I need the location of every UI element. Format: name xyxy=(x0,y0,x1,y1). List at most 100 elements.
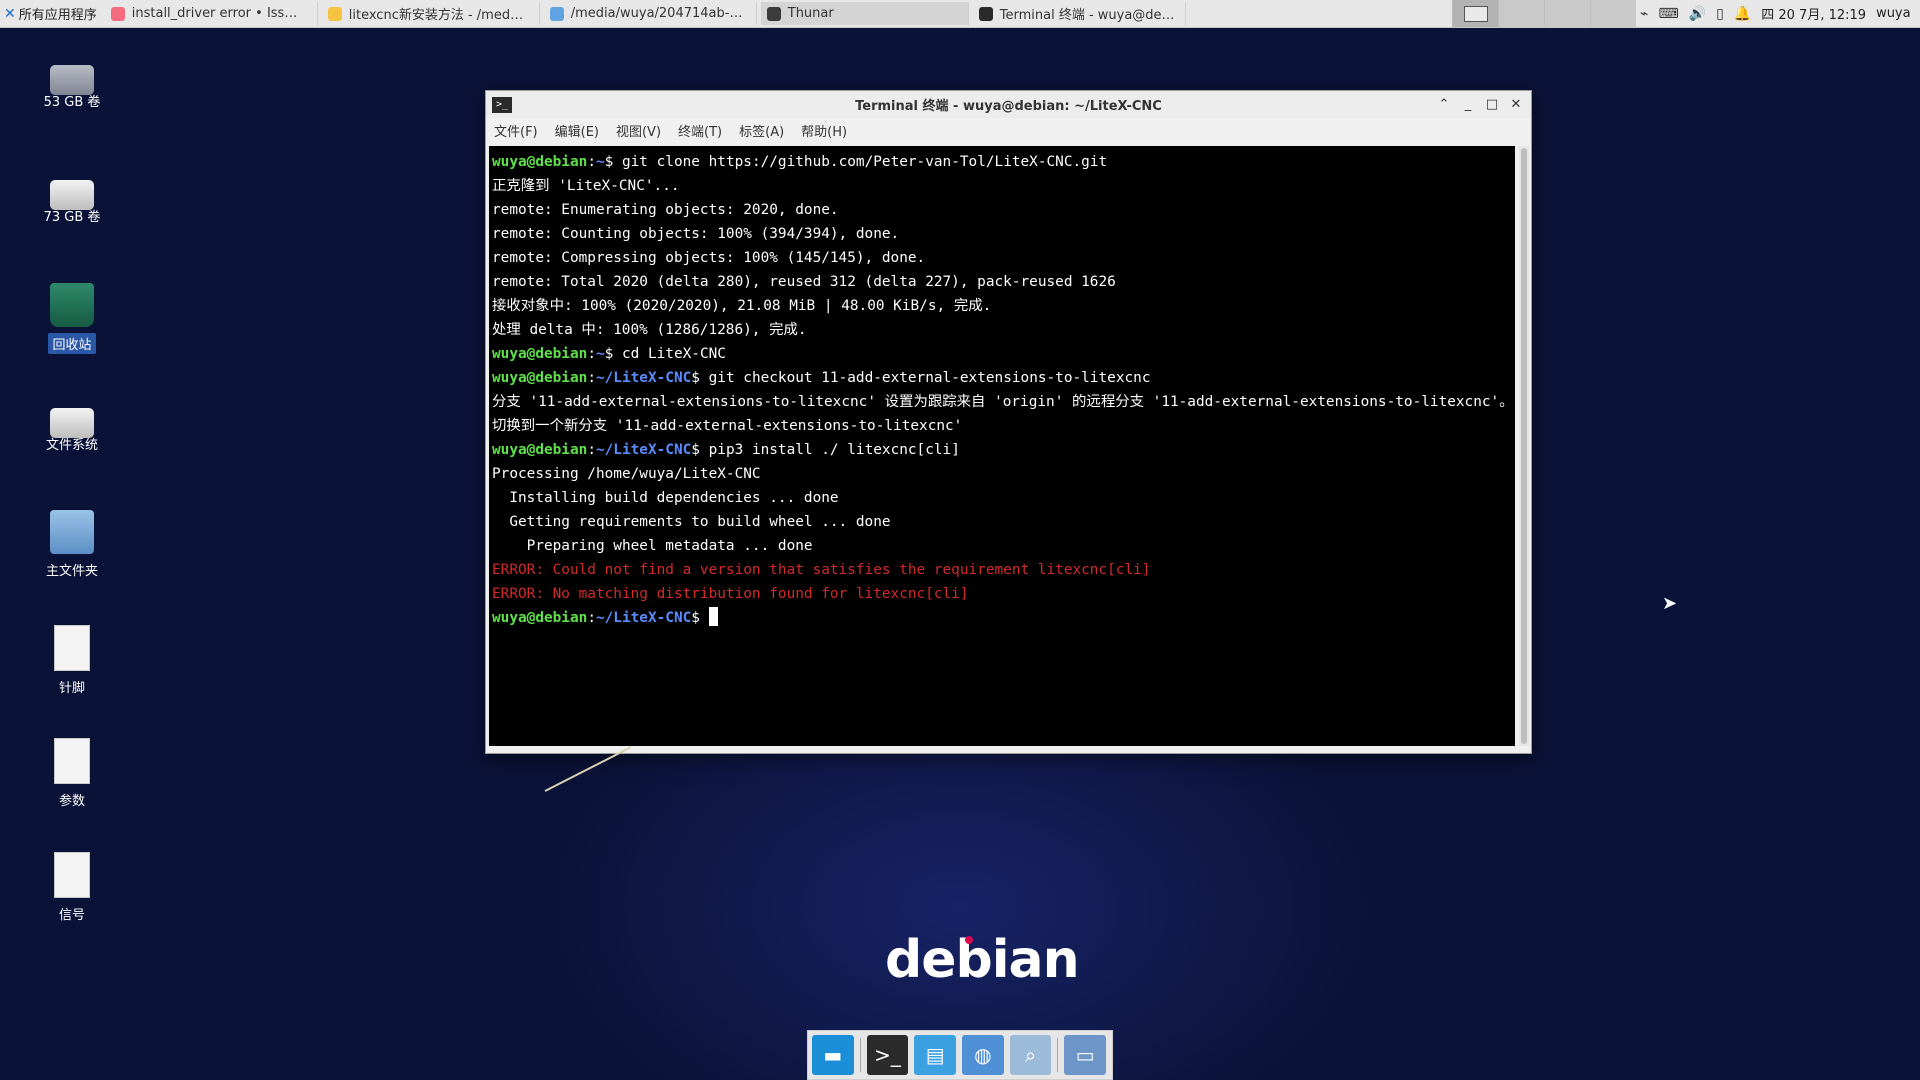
debian-logo: debian xyxy=(885,930,1080,990)
terminal-line: wuya@debian:~/LiteX-CNC$ xyxy=(492,606,1515,630)
terminal-window: >_ Terminal 终端 - wuya@debian: ~/LiteX-CN… xyxy=(485,90,1532,754)
prompt-path: ~ xyxy=(595,154,605,170)
terminal-line: remote: Counting objects: 100% (394/394)… xyxy=(492,222,1515,246)
show-desktop-icon[interactable]: ▬ xyxy=(812,1035,854,1075)
file-manager-icon[interactable]: ▤ xyxy=(914,1035,956,1075)
terminal-line: remote: Total 2020 (delta 280), reused 3… xyxy=(492,270,1515,294)
app-finder-icon[interactable]: ⌕ xyxy=(1009,1035,1052,1075)
folder-icon[interactable]: ▭ xyxy=(1064,1035,1106,1075)
terminal-output[interactable]: wuya@debian:~$ git clone https://github.… xyxy=(489,146,1515,746)
workspace-1[interactable] xyxy=(1452,0,1498,27)
volume-icon[interactable]: 🔊 xyxy=(1689,6,1706,22)
scrollbar-thumb[interactable] xyxy=(1521,148,1527,744)
terminal-line: 切换到一个新分支 '11-add-external-extensions-to-… xyxy=(492,414,1515,438)
minimize-button[interactable]: _ xyxy=(1461,97,1475,112)
menu-item[interactable]: 终端(T) xyxy=(678,121,722,140)
notification-bell-icon[interactable]: 🔔 xyxy=(1734,6,1751,22)
prompt-user: wuya@debian xyxy=(492,442,588,458)
titlebar[interactable]: >_ Terminal 终端 - wuya@debian: ~/LiteX-CN… xyxy=(486,91,1531,118)
output-text: Installing build dependencies ... done xyxy=(492,490,839,506)
document-icon xyxy=(54,738,90,784)
output-text: Preparing wheel metadata ... done xyxy=(492,538,813,554)
task-button[interactable]: litexcnc新安装方法 - /med… xyxy=(322,2,540,25)
output-text: Getting requirements to build wheel ... … xyxy=(492,514,891,530)
prompt-user: wuya@debian xyxy=(492,610,588,626)
drive-icon xyxy=(50,180,94,210)
desktop-icon[interactable]: 信号 xyxy=(36,852,108,923)
output-text: $ xyxy=(691,610,709,626)
desktop-icon[interactable]: 主文件夹 xyxy=(36,510,108,579)
drive-icon xyxy=(50,408,94,438)
system-tray: ⌁ ⌨ 🔊 ▯ 🔔 四 20 7月, 12:19 wuya xyxy=(1640,0,1911,27)
prompt-separator: : xyxy=(587,370,596,386)
terminal-line: 正克隆到 'LiteX-CNC'... xyxy=(492,174,1515,198)
battery-icon[interactable]: ▯ xyxy=(1716,6,1724,22)
task-button[interactable]: install_driver error • Iss… xyxy=(105,2,318,25)
keyboard-icon[interactable]: ⌨ xyxy=(1658,6,1678,22)
prompt-path: ~/LiteX-CNC xyxy=(595,442,692,458)
desktop-icon[interactable]: 53 GB 卷 xyxy=(36,55,108,110)
task-button[interactable]: Terminal 终端 - wuya@de… xyxy=(973,2,1186,25)
task-icon xyxy=(110,6,125,21)
terminal-line: 处理 delta 中: 100% (1286/1286), 完成. xyxy=(492,318,1515,342)
user-menu[interactable]: wuya xyxy=(1876,6,1911,21)
desktop-icon-label: 主文件夹 xyxy=(45,564,98,579)
output-text: 处理 delta 中: 100% (1286/1286), 完成. xyxy=(492,322,807,338)
desktop-icon[interactable]: 73 GB 卷 xyxy=(36,170,108,225)
terminal-icon[interactable]: >_ xyxy=(866,1035,909,1075)
trash-icon xyxy=(50,283,94,327)
output-text: 分支 '11-add-external-extensions-to-litexc… xyxy=(492,394,1514,410)
desktop-icon[interactable]: 回收站 xyxy=(36,283,108,354)
menu-item[interactable]: 编辑(E) xyxy=(555,121,599,140)
clock[interactable]: 四 20 7月, 12:19 xyxy=(1761,4,1866,23)
menu-item[interactable]: 标签(A) xyxy=(739,121,784,140)
terminal-line: ERROR: Could not find a version that sat… xyxy=(492,558,1515,582)
desktop-icon[interactable]: 针脚 xyxy=(36,625,108,696)
top-panel: ✕ 所有应用程序 install_driver error • Iss… lite… xyxy=(0,0,1920,28)
output-text: $ git checkout 11-add-external-extension… xyxy=(691,370,1151,386)
task-label: litexcnc新安装方法 - /med… xyxy=(348,8,524,23)
desktop-icon[interactable]: 参数 xyxy=(36,738,108,809)
terminal-line: remote: Compressing objects: 100% (145/1… xyxy=(492,246,1515,270)
task-button[interactable]: Thunar xyxy=(760,2,969,25)
network-icon[interactable]: ⌁ xyxy=(1640,6,1648,22)
web-browser-icon[interactable]: ◍ xyxy=(962,1035,1004,1075)
output-text: remote: Compressing objects: 100% (145/1… xyxy=(492,250,926,266)
applications-menu[interactable]: ✕ 所有应用程序 xyxy=(0,0,101,27)
workspace-2[interactable] xyxy=(1498,0,1544,27)
desktop-icon-label: 参数 xyxy=(58,794,85,809)
task-label: install_driver error • Iss… xyxy=(131,6,298,21)
prompt-separator: : xyxy=(587,442,596,458)
shade-button[interactable]: ⌃ xyxy=(1437,97,1451,112)
output-text: remote: Enumerating objects: 2020, done. xyxy=(492,202,839,218)
workspace-3[interactable] xyxy=(1544,0,1590,27)
output-text: $ git clone https://github.com/Peter-van… xyxy=(604,154,1108,170)
terminal-line: wuya@debian:~/LiteX-CNC$ git checkout 11… xyxy=(492,366,1515,390)
output-text: $ cd LiteX-CNC xyxy=(604,346,726,362)
output-text: Processing /home/wuya/LiteX-CNC xyxy=(492,466,761,482)
menu-item[interactable]: 视图(V) xyxy=(616,121,661,140)
document-icon xyxy=(54,625,90,671)
scrollbar[interactable] xyxy=(1519,146,1529,746)
terminal-app-icon[interactable]: >_ xyxy=(492,96,512,113)
output-text: 接收对象中: 100% (2020/2020), 21.08 MiB | 48.… xyxy=(492,298,992,314)
terminal-line: remote: Enumerating objects: 2020, done. xyxy=(492,198,1515,222)
output-text: remote: Total 2020 (delta 280), reused 3… xyxy=(492,274,1116,290)
task-button[interactable]: /media/wuya/204714ab-… xyxy=(544,2,757,25)
dock: ▬ >_ ▤ ◍ ⌕ ▭ xyxy=(807,1030,1113,1080)
terminal-line: Getting requirements to build wheel ... … xyxy=(492,510,1515,534)
menu-item[interactable]: 帮助(H) xyxy=(801,121,847,140)
terminal-line: ERROR: No matching distribution found fo… xyxy=(492,582,1515,606)
close-button[interactable]: ✕ xyxy=(1509,97,1523,112)
desktop-icon[interactable]: 文件系统 xyxy=(36,398,108,453)
output-text: $ pip3 install ./ litexcnc[cli] xyxy=(691,442,960,458)
drive-icon xyxy=(50,65,94,95)
workspace-4[interactable] xyxy=(1590,0,1636,27)
task-icon xyxy=(978,6,993,21)
dock-separator xyxy=(859,1038,861,1072)
terminal-line: 分支 '11-add-external-extensions-to-litexc… xyxy=(492,390,1515,414)
text-cursor xyxy=(708,607,718,626)
maximize-button[interactable]: □ xyxy=(1485,97,1499,112)
prompt-path: ~ xyxy=(595,346,605,362)
menu-item[interactable]: 文件(F) xyxy=(494,121,538,140)
